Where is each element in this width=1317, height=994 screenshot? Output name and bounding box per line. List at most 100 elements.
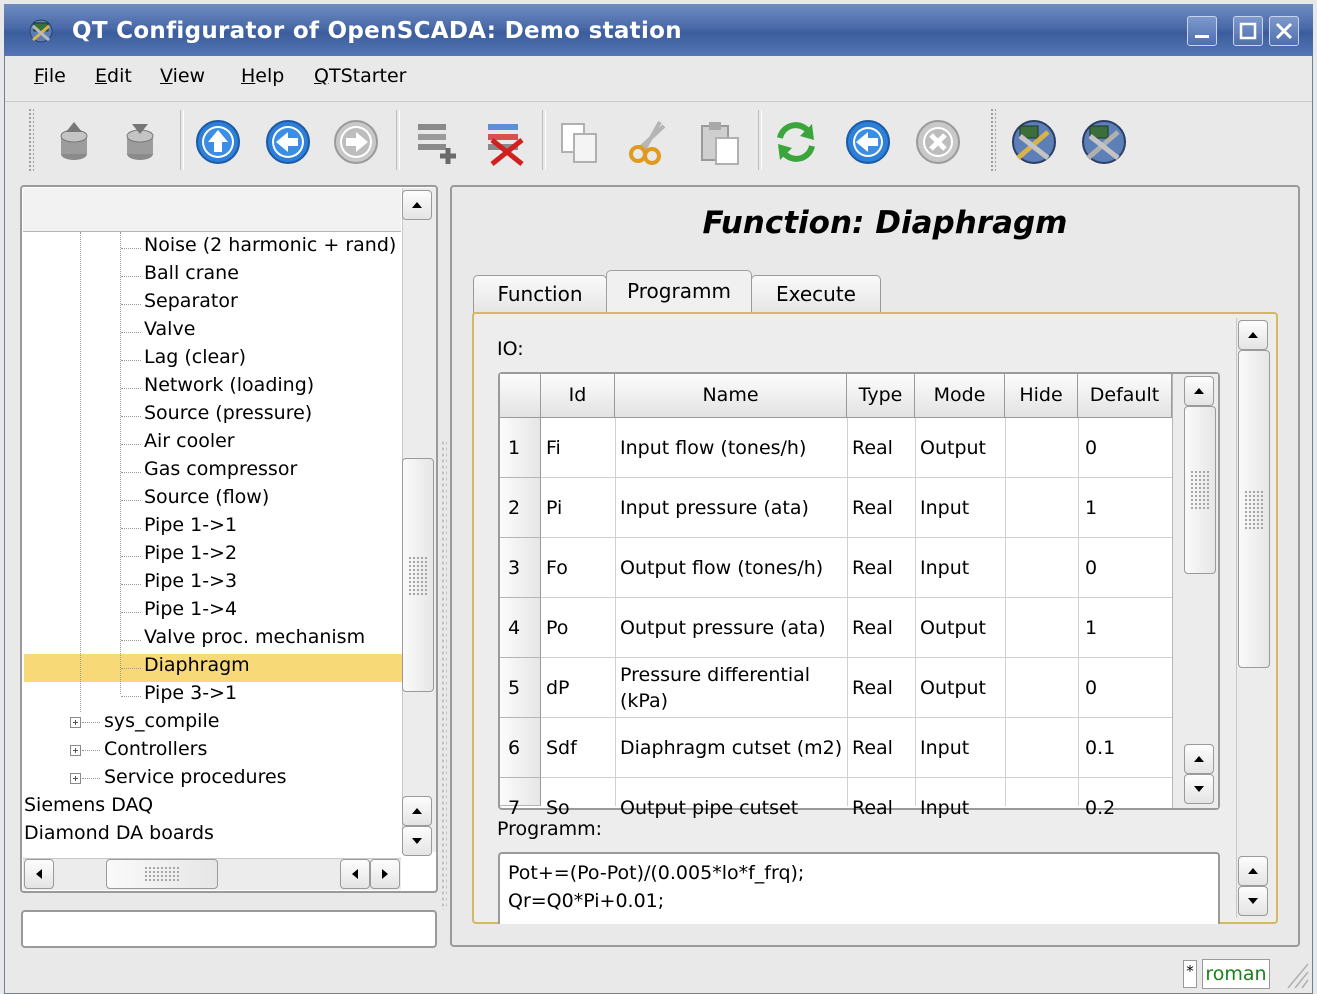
add-item-icon[interactable] (412, 118, 460, 166)
tree-item[interactable]: Valve proc. mechanism (144, 626, 365, 648)
tree-item[interactable]: Pipe 1->2 (144, 542, 237, 564)
scroll-up-button[interactable] (1238, 856, 1268, 886)
cell-def[interactable]: 0.1 (1085, 735, 1115, 761)
forward-icon[interactable] (332, 118, 380, 166)
station-icon-2[interactable] (1080, 118, 1128, 166)
tree-item[interactable]: Air cooler (144, 430, 235, 452)
column-header-id[interactable]: Id (541, 374, 615, 418)
expand-icon[interactable] (70, 717, 81, 728)
minimize-button[interactable] (1187, 16, 1217, 46)
scroll-right-button[interactable] (370, 859, 400, 889)
cell-name[interactable]: Pressure differential (620, 662, 810, 688)
tree-item[interactable]: Gas compressor (144, 458, 297, 480)
cell-mode[interactable]: Input (920, 555, 969, 581)
cell-mode[interactable]: Input (920, 495, 969, 521)
cell-name[interactable]: Diaphragm cutset (m2) (620, 735, 842, 761)
tree-item[interactable]: Noise (2 harmonic + rand) (144, 234, 396, 256)
status-text-field[interactable] (21, 910, 437, 948)
menu-help[interactable]: Help (241, 65, 284, 87)
cell-mode[interactable]: Output (920, 675, 986, 701)
cell-type[interactable]: Real (852, 555, 893, 581)
tree-item[interactable]: Pipe 1->4 (144, 598, 237, 620)
row-header[interactable]: 4 (500, 598, 541, 658)
db-save-icon[interactable] (116, 118, 164, 166)
station-icon-1[interactable] (1010, 118, 1058, 166)
expand-icon[interactable] (70, 773, 81, 784)
cut-icon[interactable] (626, 118, 674, 166)
scroll-down-button[interactable] (1184, 774, 1214, 804)
tree-item[interactable]: Source (flow) (144, 486, 269, 508)
toolbar-grip[interactable] (990, 108, 996, 172)
menu-qtstarter[interactable]: QTStarter (314, 65, 407, 87)
expand-icon[interactable] (70, 745, 81, 756)
close-button[interactable] (1269, 16, 1299, 46)
tab-function[interactable]: Function (473, 275, 607, 313)
start-icon[interactable] (844, 118, 892, 166)
tree-item[interactable]: Pipe 1->1 (144, 514, 237, 536)
tree-item-selected[interactable]: Diaphragm (144, 654, 250, 676)
tree-root[interactable]: Siemens DAQ (24, 794, 153, 816)
cell-id[interactable]: Po (546, 615, 568, 641)
cell-def[interactable]: 0 (1085, 555, 1097, 581)
cell-id[interactable]: dP (546, 675, 570, 701)
tree-item[interactable]: Lag (clear) (144, 346, 246, 368)
cell-type[interactable]: Real (852, 615, 893, 641)
row-header[interactable]: 1 (500, 418, 541, 478)
tree-item[interactable]: Valve (144, 318, 195, 340)
row-header[interactable]: 7 (500, 778, 541, 819)
cell-name[interactable]: Output pressure (ata) (620, 615, 826, 641)
back-icon[interactable] (264, 118, 312, 166)
scroll-up-button[interactable] (402, 796, 432, 826)
scroll-up-button[interactable] (1184, 744, 1214, 774)
cell-type[interactable]: Real (852, 675, 893, 701)
scroll-left-button[interactable] (24, 859, 54, 889)
cell-name[interactable]: Output pipe cutset (620, 795, 798, 821)
scroll-left-button[interactable] (340, 859, 370, 889)
menu-edit[interactable]: Edit (95, 65, 132, 87)
table-corner[interactable] (500, 374, 541, 418)
tab-execute[interactable]: Execute (751, 275, 881, 313)
tree-root[interactable]: Diamond DA boards (24, 822, 214, 844)
toolbar-grip[interactable] (28, 108, 34, 172)
db-load-icon[interactable] (50, 118, 98, 166)
scroll-down-button[interactable] (1238, 886, 1268, 916)
cell-id[interactable]: Sdf (546, 735, 577, 761)
tree-item[interactable]: Pipe 3->1 (144, 682, 237, 704)
cell-name[interactable]: Output flow (tones/h) (620, 555, 823, 581)
cell-mode[interactable]: Input (920, 795, 969, 821)
cell-def[interactable]: 0.2 (1085, 795, 1115, 821)
column-header-mode[interactable]: Mode (915, 374, 1005, 418)
tree-item[interactable]: Network (loading) (144, 374, 314, 396)
tree-item[interactable]: Separator (144, 290, 238, 312)
column-header-hide[interactable]: Hide (1005, 374, 1078, 418)
tab-programm[interactable]: Programm (606, 270, 752, 314)
up-icon[interactable] (194, 118, 242, 166)
cell-def[interactable]: 1 (1085, 495, 1097, 521)
cell-name[interactable]: Input flow (tones/h) (620, 435, 806, 461)
row-header[interactable]: 2 (500, 478, 541, 538)
cell-type[interactable]: Real (852, 495, 893, 521)
cell-mode[interactable]: Input (920, 735, 969, 761)
panel-splitter[interactable] (441, 440, 447, 910)
scroll-up-button[interactable] (1184, 376, 1214, 406)
scroll-up-button[interactable] (1238, 320, 1268, 350)
cell-def[interactable]: 0 (1085, 675, 1097, 701)
stop-icon[interactable] (914, 118, 962, 166)
column-header-default[interactable]: Default (1078, 374, 1172, 418)
tree-group[interactable]: sys_compile (104, 710, 219, 732)
scroll-up-button[interactable] (402, 190, 432, 220)
cell-def[interactable]: 1 (1085, 615, 1097, 641)
cell-id[interactable]: Pi (546, 495, 562, 521)
cell-type[interactable]: Real (852, 735, 893, 761)
tree-group[interactable]: Service procedures (104, 766, 287, 788)
column-header-type[interactable]: Type (847, 374, 915, 418)
cell-mode[interactable]: Output (920, 615, 986, 641)
cell-type[interactable]: Real (852, 435, 893, 461)
scroll-down-button[interactable] (402, 826, 432, 856)
menu-file[interactable]: File (34, 65, 66, 87)
paste-icon[interactable] (696, 118, 744, 166)
cell-id[interactable]: Fi (546, 435, 561, 461)
cell-def[interactable]: 0 (1085, 435, 1097, 461)
resize-grip-icon[interactable] (1280, 958, 1310, 990)
tree-item[interactable]: Pipe 1->3 (144, 570, 237, 592)
